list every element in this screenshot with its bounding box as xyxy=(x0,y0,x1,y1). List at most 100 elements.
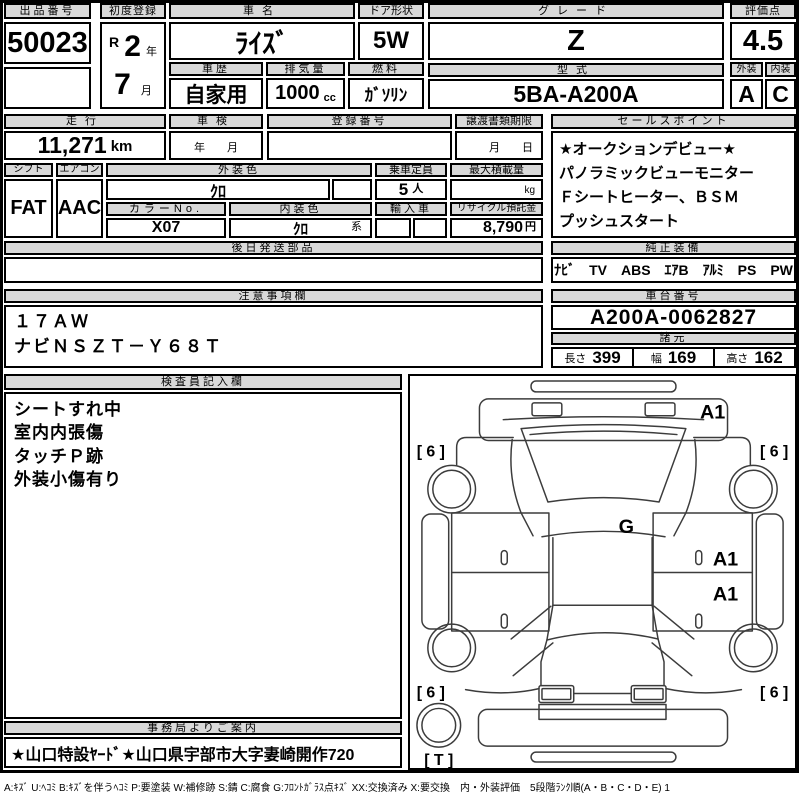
displacement-unit: cc xyxy=(323,92,336,104)
hood-vent-right xyxy=(644,402,676,417)
taillight-right-inner xyxy=(633,687,664,701)
windshield-inner-line xyxy=(529,430,678,436)
inspector-line: 室内内張傷 xyxy=(14,423,104,443)
grade-header: グレード xyxy=(428,3,724,19)
color-no-header: カラーNo. xyxy=(106,202,226,216)
quarter-edge-right xyxy=(665,687,743,694)
rear-bumper xyxy=(530,751,677,763)
mark-spare-tire: [ T ] xyxy=(424,752,453,768)
mark-windshield: G xyxy=(619,516,634,538)
windshield xyxy=(520,423,687,503)
wheel-rear-right-inner xyxy=(733,628,773,668)
door-handle-front-left xyxy=(500,549,508,566)
displacement-header: 排気量 xyxy=(266,62,345,76)
late-parts-header: 後日発送部品 xyxy=(4,241,543,255)
sales-point-line: Ｆシートヒーター、ＢＳＭ xyxy=(559,189,739,206)
shaken-header: 車検 xyxy=(169,114,263,129)
auction-no: 50023 xyxy=(4,22,91,64)
chassis-no-header: 車台番号 xyxy=(551,289,796,303)
reg-no-header: 登録番号 xyxy=(267,114,452,129)
sales-points: ★オークションデビュー★ パノラミックビューモニター Ｆシートヒーター、ＢＳＭ … xyxy=(551,131,796,238)
sill-right xyxy=(755,513,784,630)
mark-tire-rear-right: [ 6 ] xyxy=(760,685,788,702)
wheel-rear-left-inner xyxy=(432,628,472,668)
spare-tire xyxy=(416,702,462,748)
specs-values: 長さ 399 幅 169 高さ 162 xyxy=(551,347,796,368)
wheel-front-right-inner xyxy=(733,469,773,509)
inspector-line: 外装小傷有り xyxy=(14,470,122,490)
payload: kg xyxy=(450,179,543,200)
reg-no xyxy=(267,131,452,160)
score-header: 評価点 xyxy=(730,3,796,19)
door-handle-rear-right xyxy=(695,613,703,629)
spec-length: 長さ 399 xyxy=(553,348,632,367)
first-reg-year: 2 xyxy=(124,29,141,63)
spec-width: 幅 169 xyxy=(632,348,713,367)
capacity: 5 人 xyxy=(375,179,447,200)
int-color-value: ｸﾛ xyxy=(292,220,308,238)
door-handle-front-right xyxy=(695,549,703,566)
notes-line: ナビＮＳＺＴ－Ｙ６８Ｔ xyxy=(14,336,223,356)
mark-door-rear-right: A1 xyxy=(713,583,738,605)
tailgate-lower xyxy=(538,703,667,721)
ext-color: ｸﾛ xyxy=(106,179,330,201)
rear-window xyxy=(546,604,659,641)
recycle-unit: 円 xyxy=(525,221,536,233)
exterior-grade: A xyxy=(730,79,763,109)
quarter-edge-left xyxy=(464,687,540,694)
shift-header: シフト xyxy=(4,163,53,177)
tailgate-side-left xyxy=(540,639,548,687)
mileage: 11,271 km xyxy=(4,131,166,160)
wheel-front-left xyxy=(427,464,477,514)
recycle-deposit: 8,790 円 xyxy=(450,218,543,238)
grade: Z xyxy=(428,22,724,60)
inspector-line: タッチＰ跡 xyxy=(14,446,104,466)
door-shape-header: ドア形状 xyxy=(358,3,424,19)
notes-header: 注意事項欄 xyxy=(4,289,543,303)
office-notice: ★山口特設ﾔｰﾄﾞ★山口県宇部市大字妻崎開作720 xyxy=(4,737,402,768)
door-shape: 5W xyxy=(358,22,424,60)
inspector-notes: シートすれ中 室内内張傷 タッチＰ跡 外装小傷有り xyxy=(4,392,402,719)
shift: FAT xyxy=(4,179,53,238)
ext-color-header: 外装色 xyxy=(106,163,372,177)
first-reg-header: 初度登録 xyxy=(100,3,166,19)
spec-height: 高さ 162 xyxy=(713,347,794,367)
capacity-number: 5 xyxy=(398,179,409,199)
tailgate-side-right xyxy=(657,638,665,687)
door-handle-rear-left xyxy=(500,613,508,629)
mark-door-front-right: A1 xyxy=(713,549,738,571)
exterior-grade-header: 外装 xyxy=(730,62,763,77)
first-reg-era: R xyxy=(109,33,120,50)
sales-points-header: セールスポイント xyxy=(551,114,796,129)
fuel: ｶﾞｿﾘﾝ xyxy=(348,78,424,109)
sales-point-line: プッシュスタート xyxy=(559,213,680,230)
score: 4.5 xyxy=(730,22,796,60)
fender-front-right xyxy=(693,436,752,467)
mark-tire-rear-left: [ 6 ] xyxy=(417,685,445,702)
auction-sheet: 出品番号 50023 初度登録 R 2 年 7 月 車名 ドア形状 ﾗｲｽﾞ 5… xyxy=(0,0,800,800)
mark-tire-front-left: [ 6 ] xyxy=(417,443,445,460)
interior-grade-header: 内装 xyxy=(765,62,796,77)
int-color: ｸﾛ 系 xyxy=(229,218,372,238)
transfer-deadline-header: 譲渡書類期限 xyxy=(455,114,543,129)
car-name-header: 車名 xyxy=(169,3,355,19)
length-label: 長さ xyxy=(564,352,587,365)
height-value: 162 xyxy=(754,347,783,367)
late-parts xyxy=(4,257,543,283)
ext-color-extra-cell xyxy=(332,179,372,200)
int-color-suffix: 系 xyxy=(351,221,362,233)
fuel-header: 燃料 xyxy=(348,62,424,76)
transfer-deadline: 月 日 xyxy=(455,131,543,160)
spare-tire-inner xyxy=(421,707,457,743)
model-code-header: 型式 xyxy=(428,63,724,77)
shaken: 年 月 xyxy=(169,131,263,160)
recycle-header: リサイクル預託金 xyxy=(450,202,543,216)
model-code: 5BA-A200A xyxy=(428,79,724,109)
first-reg-year-unit: 年 xyxy=(146,46,157,58)
mileage-number: 11,271 xyxy=(37,132,107,158)
damage-code-legend: A:ｷｽﾞ U:ﾍｺﾐ B:ｷｽﾞを伴うﾍｺﾐ P:要塗装 W:補修跡 S:錆 … xyxy=(4,783,670,794)
hood-vent-left xyxy=(531,402,563,417)
car-diagram-svg: A1 G A1 A1 [ 6 ] [ 6 ] [ 6 ] [ 6 ] [ T ] xyxy=(416,380,788,769)
factory-equipment: ﾅﾋﾞ TV ABS ｴｱB ｱﾙﾐ PS PW xyxy=(551,257,796,283)
car-damage-diagram: A1 G A1 A1 [ 6 ] [ 6 ] [ 6 ] [ 6 ] [ T ] xyxy=(408,374,797,770)
